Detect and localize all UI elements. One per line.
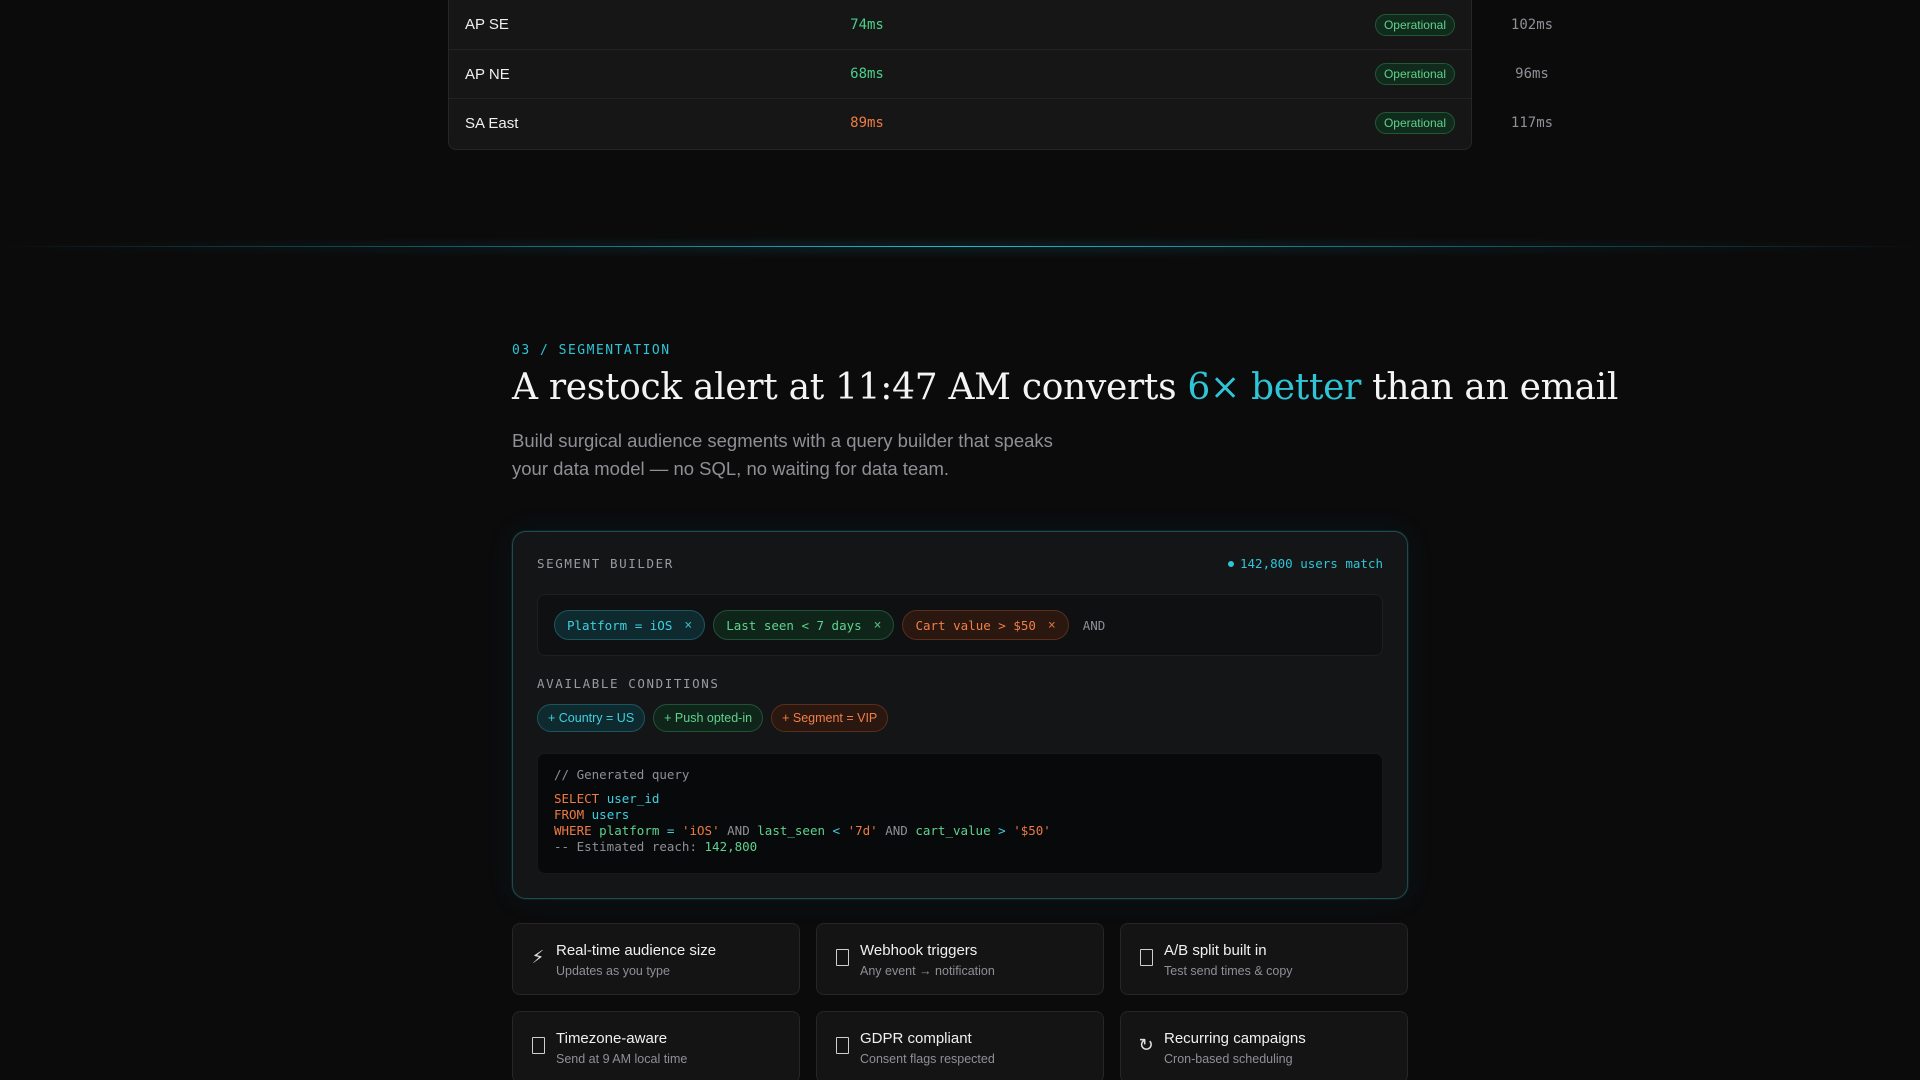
feature-subtitle: Any event → notification [860, 964, 995, 978]
feature-card-realtime: ⚡ Real-time audience size Updates as you… [512, 923, 800, 995]
headline-text: A restock alert at 11:47 AM converts [512, 367, 1188, 408]
query-and: AND [727, 823, 750, 838]
region-name: AP SE [465, 16, 509, 33]
feature-title: Recurring campaigns [1164, 1030, 1306, 1047]
joiner-label[interactable]: AND [1083, 618, 1106, 633]
region-latency: 68ms [850, 66, 884, 82]
timezone-icon [529, 1034, 547, 1056]
query-value: 'iOS' [681, 823, 720, 838]
add-condition-country-button[interactable]: + Country = US [537, 704, 646, 732]
feature-title: A/B split built in [1164, 942, 1267, 959]
query-column: platform [599, 823, 660, 838]
condition-chip-last-seen[interactable]: Last seen < 7 days × [713, 610, 895, 640]
feature-subtitle: Consent flags respected [860, 1052, 995, 1066]
chip-label: Cart value > $50 [915, 617, 1036, 633]
query-operator: > [998, 823, 1006, 838]
recurring-icon: ↻ [1138, 1034, 1154, 1055]
headline-text-end: than an email [1361, 367, 1619, 408]
section-divider-glow [0, 236, 1920, 258]
builder-title: SEGMENT BUILDER [537, 556, 674, 571]
query-keyword: SELECT [554, 791, 600, 806]
query-line-reach: -- Estimated reach: 142,800 [554, 839, 1366, 855]
remove-condition-icon[interactable]: × [874, 618, 882, 633]
feature-title: Timezone-aware [556, 1030, 668, 1047]
region-latency: 89ms [850, 115, 884, 131]
region-p99: 96ms [1515, 66, 1549, 82]
query-value: '$50' [1013, 823, 1051, 838]
remove-condition-icon[interactable]: × [1048, 618, 1056, 633]
match-count: 142,800 users match [1228, 556, 1383, 571]
ab-split-icon [1137, 946, 1155, 968]
feature-title: Webhook triggers [860, 942, 978, 959]
chip-label: Platform = iOS [567, 617, 673, 633]
section-divider [0, 246, 1920, 247]
status-badge: Operational [1374, 13, 1455, 36]
query-keyword: WHERE [554, 823, 592, 838]
section-headline: A restock alert at 11:47 AM converts 6× … [512, 367, 1618, 408]
active-conditions-area[interactable]: Platform = iOS × Last seen < 7 days × Ca… [537, 594, 1383, 656]
feature-card-ab-split: A/B split built in Test send times & cop… [1120, 923, 1408, 995]
query-and: AND [885, 823, 908, 838]
query-operator: < [832, 823, 841, 838]
match-count-label: 142,800 users match [1240, 556, 1383, 571]
feature-subtitle: Cron-based scheduling [1164, 1052, 1293, 1066]
segment-builder-panel: SEGMENT BUILDER 142,800 users match Plat… [512, 531, 1408, 899]
query-line-where: WHERE platform = 'iOS' AND last_seen < '… [554, 823, 1366, 839]
feature-card-webhook: Webhook triggers Any event → notificatio… [816, 923, 1104, 995]
query-comment: // Generated query [554, 767, 690, 782]
feature-subtitle: Test send times & copy [1164, 964, 1293, 978]
webhook-icon [833, 946, 851, 968]
feature-title: Real-time audience size [556, 942, 717, 959]
condition-chip-platform[interactable]: Platform = iOS × [554, 610, 706, 640]
remove-condition-icon[interactable]: × [684, 618, 692, 633]
query-reach-value: 142,800 [704, 839, 758, 854]
query-reach-label: -- Estimated reach: [554, 839, 697, 854]
query-column: cart_value [915, 823, 991, 838]
feature-card-gdpr: GDPR compliant Consent flags respected [816, 1011, 1104, 1080]
region-p99: 117ms [1510, 115, 1554, 131]
table-row: AP SE 74ms 102ms Operational [449, 0, 1553, 49]
region-latency-table: AP SE 74ms 102ms Operational AP NE 68ms … [448, 0, 1553, 150]
table-row: AP NE 68ms 96ms Operational [449, 49, 1549, 98]
chip-label: Last seen < 7 days [726, 617, 862, 633]
region-p99: 102ms [1510, 16, 1554, 33]
query-table: users [591, 807, 630, 822]
query-line-select: SELECT user_id [554, 791, 1366, 807]
table-row: SA East 89ms 117ms Operational [449, 98, 1553, 147]
feature-subtitle: Send at 9 AM local time [556, 1052, 688, 1066]
available-conditions-list: + Country = US + Push opted-in + Segment… [537, 704, 889, 732]
region-latency: 74ms [850, 16, 884, 33]
add-condition-segment-button[interactable]: + Segment = VIP [771, 704, 889, 732]
query-keyword: FROM [554, 807, 585, 822]
query-value: '7d' [847, 823, 878, 838]
available-conditions-title: AVAILABLE CONDITIONS [537, 676, 720, 691]
status-badge: Operational [1374, 112, 1455, 134]
condition-chip-cart-value[interactable]: Cart value > $50 × [902, 610, 1069, 640]
feature-card-timezone: Timezone-aware Send at 9 AM local time [512, 1011, 800, 1080]
region-name: SA East [465, 114, 519, 132]
query-column: last_seen [757, 823, 825, 838]
status-badge: Operational [1374, 63, 1455, 85]
query-operator: = [666, 823, 675, 838]
query-column: user_id [606, 791, 660, 806]
section-eyebrow: 03 / SEGMENTATION [512, 343, 671, 358]
region-name: AP NE [465, 65, 510, 83]
query-line-from: FROM users [554, 807, 1366, 823]
headline-accent: 6× better [1187, 367, 1362, 408]
feature-title: GDPR compliant [860, 1030, 972, 1047]
feature-card-recurring: ↻ Recurring campaigns Cron-based schedul… [1120, 1011, 1408, 1080]
lightning-icon: ⚡ [531, 946, 545, 967]
add-condition-push-button[interactable]: + Push opted-in [653, 704, 764, 732]
section-subhead: Build surgical audience segments with a … [512, 430, 1053, 479]
gdpr-icon [833, 1034, 851, 1056]
feature-subtitle: Updates as you type [556, 964, 670, 978]
generated-query: // Generated query SELECT user_id FROM u… [537, 753, 1383, 874]
live-dot-icon [1228, 560, 1234, 567]
